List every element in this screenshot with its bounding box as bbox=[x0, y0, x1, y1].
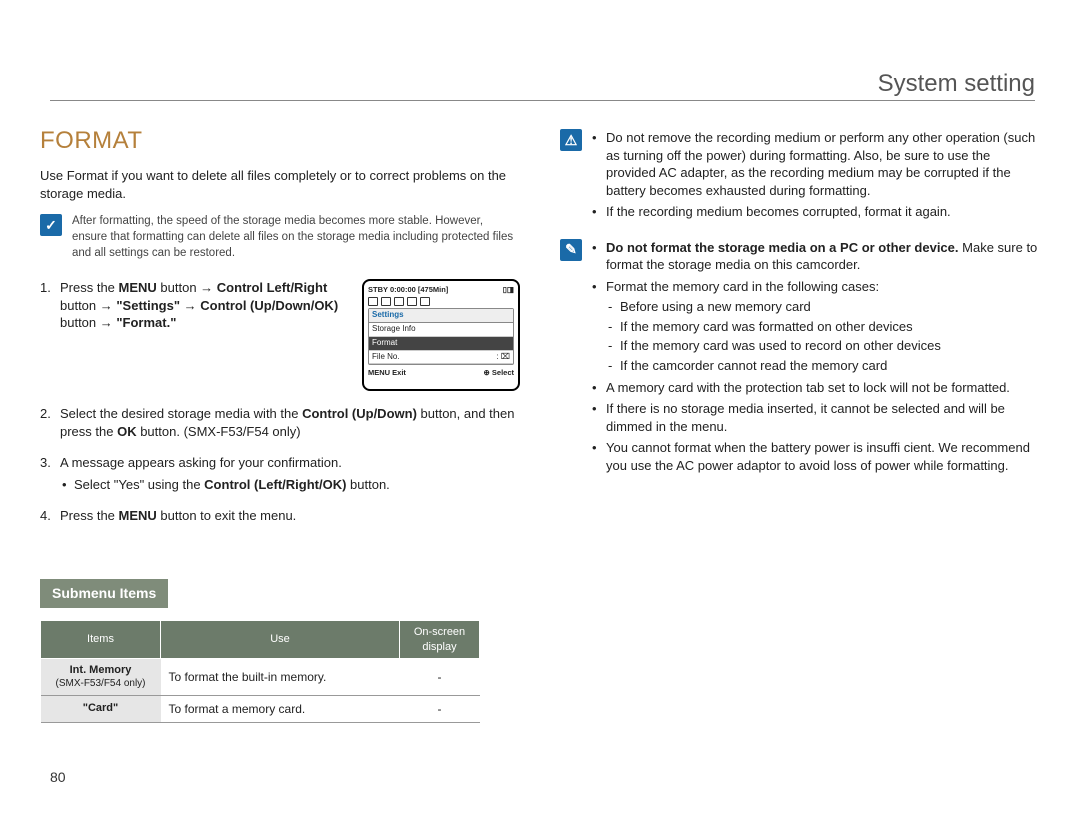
step-4: Press the MENU button to exit the menu. bbox=[40, 507, 520, 525]
step4-c: button to exit the menu. bbox=[157, 508, 296, 523]
series-icon: : ⌧ bbox=[496, 352, 510, 363]
warn-bullet-2: If the recording medium becomes corrupte… bbox=[592, 203, 1040, 221]
note-bullet-5: You cannot format when the battery power… bbox=[592, 439, 1040, 474]
th-use: Use bbox=[161, 620, 400, 659]
check-icon: ✓ bbox=[40, 214, 62, 236]
header-rule bbox=[50, 100, 1035, 101]
th-items: Items bbox=[41, 620, 161, 659]
screen-row-storage-info: Storage Info bbox=[369, 323, 513, 337]
screen-icon-2 bbox=[381, 297, 391, 306]
cell-card: "Card" bbox=[41, 695, 161, 722]
page-header-title: System setting bbox=[878, 70, 1035, 98]
screen-battery-icon: ▯◨ bbox=[503, 285, 514, 295]
note-icon: ✎ bbox=[560, 239, 582, 261]
step2-a: Select the desired storage media with th… bbox=[60, 406, 302, 421]
table-row: "Card" To format a memory card. - bbox=[41, 695, 480, 722]
note-bullet-2: Format the memory card in the following … bbox=[592, 278, 1040, 375]
screen-row-format: Format bbox=[369, 337, 513, 351]
screen-foot-select: ⊕ Select bbox=[484, 368, 514, 378]
step-3: A message appears asking for your confir… bbox=[40, 454, 520, 493]
cell-card-disp: - bbox=[400, 695, 480, 722]
step1-menu: MENU bbox=[119, 280, 157, 295]
step1-text-g: → bbox=[180, 298, 200, 313]
screen-foot-exit: MENU Exit bbox=[368, 368, 406, 378]
step1-settings: "Settings" bbox=[116, 298, 180, 313]
right-column: ⚠ Do not remove the recording medium or … bbox=[560, 125, 1040, 723]
submenu-items-label: Submenu Items bbox=[40, 579, 168, 608]
screen-icon-5 bbox=[420, 297, 430, 306]
screen-icon-1 bbox=[368, 297, 378, 306]
step1-text-c: button → bbox=[157, 280, 217, 295]
cell-int-memory-disp: - bbox=[400, 659, 480, 695]
note-sub-3: If the memory card was used to record on… bbox=[606, 337, 1040, 355]
cell-int-memory-use: To format the built-in memory. bbox=[161, 659, 400, 695]
submenu-table: Items Use On-screen display Int. Memory … bbox=[40, 620, 480, 723]
step4-a: Press the bbox=[60, 508, 119, 523]
left-column: FORMAT Use Format if you want to delete … bbox=[40, 125, 520, 723]
cell-card-use: To format a memory card. bbox=[161, 695, 400, 722]
note-bullet-3: A memory card with the protection tab se… bbox=[592, 379, 1040, 397]
screen-icon-4 bbox=[407, 297, 417, 306]
table-row: Int. Memory (SMX-F53/F54 only) To format… bbox=[41, 659, 480, 695]
step3-sub-b: Control (Left/Right/OK) bbox=[204, 477, 346, 492]
step2-e: button. (SMX-F53/F54 only) bbox=[137, 424, 301, 439]
note-sub-4: If the camcorder cannot read the memory … bbox=[606, 357, 1040, 375]
step-1: Press the MENU button → Control Left/Rig… bbox=[40, 279, 520, 391]
camcorder-screen: STBY 0:00:00 [475Min] ▯◨ Settings bbox=[362, 279, 520, 391]
step3-sub-a: Select "Yes" using the bbox=[74, 477, 204, 492]
note-block: ✎ Do not format the storage media on a P… bbox=[560, 239, 1040, 479]
step1-control-lr: Control Left/Right bbox=[217, 280, 327, 295]
step1-control-ud: Control (Up/Down/OK) bbox=[200, 298, 338, 313]
screen-icon-3 bbox=[394, 297, 404, 306]
screen-row-file-no: File No.: ⌧ bbox=[369, 351, 513, 365]
step1-text-a: Press the bbox=[60, 280, 119, 295]
page-number: 80 bbox=[50, 769, 66, 785]
note-bullet-1: Do not format the storage media on a PC … bbox=[592, 239, 1040, 274]
step1-format: "Format." bbox=[116, 315, 176, 330]
step4-b: MENU bbox=[119, 508, 157, 523]
warn-bullet-1: Do not remove the recording medium or pe… bbox=[592, 129, 1040, 199]
intro-text: Use Format if you want to delete all fil… bbox=[40, 167, 520, 202]
info-note-text: After formatting, the speed of the stora… bbox=[72, 214, 520, 261]
step3-sub: Select "Yes" using the Control (Left/Rig… bbox=[60, 476, 520, 494]
note-bullet-4: If there is no storage media inserted, i… bbox=[592, 400, 1040, 435]
info-note-box: ✓ After formatting, the speed of the sto… bbox=[40, 214, 520, 261]
step3-sub-c: button. bbox=[346, 477, 389, 492]
note-sub-1: Before using a new memory card bbox=[606, 298, 1040, 316]
warning-icon: ⚠ bbox=[560, 129, 582, 151]
section-heading: FORMAT bbox=[40, 125, 520, 157]
screen-menu: Settings Storage Info Format File No.: ⌧ bbox=[368, 308, 514, 365]
step2-b: Control (Up/Down) bbox=[302, 406, 417, 421]
warning-block: ⚠ Do not remove the recording medium or … bbox=[560, 129, 1040, 225]
step2-d: OK bbox=[117, 424, 137, 439]
step1-text-e: button → bbox=[60, 298, 116, 313]
screen-menu-tab: Settings bbox=[369, 309, 513, 323]
step3-a: A message appears asking for your confir… bbox=[60, 455, 342, 470]
note-sub-2: If the memory card was formatted on othe… bbox=[606, 318, 1040, 336]
cell-int-memory: Int. Memory (SMX-F53/F54 only) bbox=[41, 659, 161, 695]
step1-text-i: button → bbox=[60, 315, 116, 330]
th-display: On-screen display bbox=[400, 620, 480, 659]
steps-list: Press the MENU button → Control Left/Rig… bbox=[40, 279, 520, 525]
step-2: Select the desired storage media with th… bbox=[40, 405, 520, 440]
screen-status: STBY 0:00:00 [475Min] bbox=[368, 285, 448, 295]
